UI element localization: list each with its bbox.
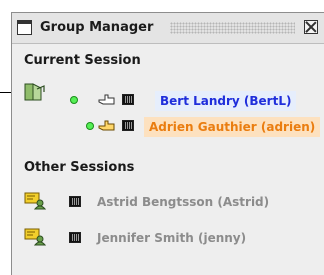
- close-icon[interactable]: [304, 20, 318, 34]
- participant-name-adrien[interactable]: Adrien Gauthier (adrien): [144, 117, 321, 137]
- grid-icon: [69, 196, 81, 207]
- online-dot-icon: [86, 122, 94, 130]
- door-icon[interactable]: [24, 82, 46, 102]
- current-session-header: Current Session: [24, 53, 141, 68]
- other-participant-jennifer[interactable]: Jennifer Smith (jenny): [97, 231, 246, 245]
- hand-outline-icon[interactable]: [98, 93, 116, 107]
- title-grip[interactable]: [170, 22, 295, 34]
- online-dot-icon: [70, 96, 78, 104]
- hand-filled-icon[interactable]: [98, 119, 116, 133]
- title-bar[interactable]: Group Manager: [12, 13, 324, 44]
- window-title: Group Manager: [40, 20, 154, 35]
- chat-user-icon: [24, 228, 46, 246]
- grid-icon: [69, 232, 81, 243]
- chat-user-icon: [24, 192, 46, 210]
- participant-name-bert[interactable]: Bert Landry (BertL): [155, 91, 297, 111]
- grid-icon: [122, 94, 134, 105]
- window-icon: [17, 20, 32, 35]
- other-sessions-header: Other Sessions: [24, 160, 135, 175]
- other-participant-astrid[interactable]: Astrid Bengtsson (Astrid): [97, 195, 269, 209]
- grid-icon: [122, 120, 134, 131]
- group-manager-window: Group Manager Current Session Bert Landr…: [11, 12, 324, 275]
